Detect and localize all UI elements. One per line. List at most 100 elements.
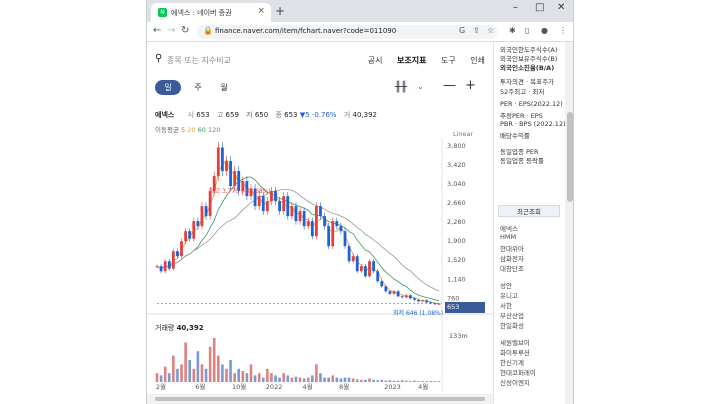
tools-link[interactable]: 도구 — [441, 56, 456, 65]
chart-area: ⚲ 종목 또는 지수비교 공시 보조지표 도구 인쇄 일 주 월 ╫╫ ⌄ — … — [147, 42, 493, 404]
x-tick-label: 8월 — [339, 382, 349, 391]
recent-item[interactable]: 현대위아 — [500, 243, 524, 253]
candle-body — [204, 206, 208, 217]
sidepanel-icon[interactable]: ▯ — [525, 26, 529, 35]
recent-item[interactable]: 성안 — [500, 280, 512, 290]
volume-bar — [409, 381, 412, 382]
extensions-icon[interactable]: ✱ — [509, 26, 516, 35]
volume-bar — [339, 378, 343, 382]
volume-bar — [347, 377, 351, 382]
side-info-row: 배당수익률 — [500, 132, 530, 140]
chevron-down-icon[interactable]: ⌄ — [417, 82, 424, 91]
scale-toggle[interactable]: Linear — [453, 130, 473, 138]
bookmark-star-icon[interactable]: ☆ — [487, 26, 494, 35]
search-input[interactable]: 종목 또는 지수비교 — [167, 55, 231, 66]
price-chart[interactable]: 3,800 3,420 3,040 2,660 2,280 1,900 1,520 1,140… — [147, 138, 493, 392]
url-text: finance.naver.com/item/fchart.naver?code… — [215, 27, 397, 35]
recent-item[interactable]: 현대코퍼레이 — [500, 367, 536, 377]
scrollbar-thumb[interactable] — [155, 397, 485, 401]
recent-title[interactable]: 최근조회 — [498, 205, 560, 217]
search-icon[interactable]: ⚲ — [155, 53, 162, 64]
recent-item[interactable]: 한신기계 — [500, 357, 524, 367]
new-tab-button[interactable]: + — [275, 4, 285, 18]
close-tab-icon[interactable]: × — [257, 6, 265, 16]
recent-item[interactable]: 한일화성 — [500, 320, 524, 330]
recent-item[interactable]: 에넥스 — [500, 223, 518, 233]
candle-body — [188, 231, 192, 239]
volume-bar — [335, 377, 339, 382]
volume-bar — [372, 379, 375, 382]
share-icon[interactable]: ⇪ — [473, 26, 480, 35]
zoom-in-button[interactable]: + — [465, 78, 476, 93]
recent-item[interactable]: 화이투루션 — [500, 347, 530, 357]
volume-bar — [323, 377, 326, 382]
candle-body — [404, 295, 408, 298]
candle-body — [229, 161, 232, 187]
recent-item[interactable]: 서한 — [500, 300, 512, 310]
side-info-row: 투자의견 · 목표주가 — [500, 78, 555, 86]
candle-body — [163, 261, 167, 272]
candle-body — [368, 261, 371, 277]
vertical-scrollbar[interactable] — [565, 42, 573, 404]
current-price-tag: 653 — [445, 302, 485, 313]
volume-bar — [163, 366, 167, 382]
recent-item[interactable]: 부산산업 — [500, 310, 524, 320]
more-menu-icon[interactable]: ⋮ — [559, 26, 567, 35]
volume-bar — [261, 377, 265, 382]
min-price-label: 최저 646 (1.08%) — [393, 310, 444, 317]
candle-body — [171, 251, 175, 269]
volume-bar — [331, 375, 335, 382]
reload-icon[interactable]: ↻ — [181, 25, 189, 36]
candle-body — [380, 281, 384, 287]
volume-bar — [221, 364, 224, 382]
y-tick-label: 1,140 — [447, 275, 466, 283]
browser-tab[interactable]: N 에넥스 : 네이버 증권 × — [151, 3, 271, 22]
y-tick-label: 3,800 — [447, 142, 466, 150]
recent-item[interactable]: HMM — [500, 233, 516, 241]
volume-bar — [200, 364, 204, 382]
tab-week[interactable]: 주 — [191, 80, 205, 95]
y-tick-label: 1,520 — [447, 256, 466, 264]
volume-bar — [282, 373, 285, 382]
volume-bar — [184, 342, 187, 382]
profile-avatar-icon[interactable]: ● — [541, 26, 548, 35]
tab-title: 에넥스 : 네이버 증권 — [171, 9, 232, 17]
volume-bar — [176, 368, 179, 382]
zoom-out-button[interactable]: — — [443, 78, 456, 93]
recent-item[interactable]: 유니고 — [500, 290, 518, 300]
candle-body — [196, 221, 200, 227]
x-tick-label: 2월 — [156, 382, 166, 391]
recent-item[interactable]: 대창단조 — [500, 263, 524, 273]
scrollbar-thumb[interactable] — [567, 112, 573, 202]
forward-arrow-icon[interactable]: → — [167, 25, 175, 36]
maximize-button[interactable]: □ — [535, 2, 544, 13]
low-price: 650 — [254, 111, 269, 119]
volume-bar — [167, 373, 171, 382]
tab-day[interactable]: 일 — [155, 80, 181, 95]
volume-bar — [245, 373, 249, 382]
candle-chart-icon[interactable]: ╫╫ — [395, 82, 407, 93]
tab-month[interactable]: 월 — [217, 80, 231, 95]
back-arrow-icon[interactable]: ← — [153, 25, 161, 36]
y-tick-label: 3,040 — [447, 180, 466, 188]
volume-bar — [204, 368, 208, 382]
indicator-link[interactable]: 보조지표 — [397, 56, 426, 65]
candle-body — [392, 291, 396, 294]
volume-bar — [274, 375, 277, 382]
volume-bar — [208, 346, 212, 382]
horizontal-scrollbar[interactable] — [147, 394, 493, 404]
close-window-button[interactable]: ✕ — [557, 2, 565, 13]
recent-item[interactable]: 삼화전자 — [500, 253, 524, 263]
naver-favicon-icon: N — [158, 8, 167, 17]
period-row: 일 주 월 ╫╫ ⌄ — + — [147, 78, 493, 98]
recent-item[interactable]: 신성이엔지 — [500, 377, 530, 387]
quote-line: 에넥스 시 653 고 659 저 650 종 653 ▼5 -0.76% 거 … — [155, 111, 377, 119]
volume-bar — [253, 375, 257, 382]
recent-item[interactable]: 세원벨브이 — [500, 337, 530, 347]
google-icon[interactable]: G — [459, 26, 465, 35]
minimize-button[interactable]: – — [513, 2, 518, 13]
moving-average-line — [156, 159, 440, 304]
disclosure-link[interactable]: 공시 — [368, 56, 383, 65]
print-link[interactable]: 인쇄 — [470, 56, 485, 65]
url-field[interactable]: 🔒 finance.naver.com/item/fchart.naver?co… — [197, 25, 497, 39]
